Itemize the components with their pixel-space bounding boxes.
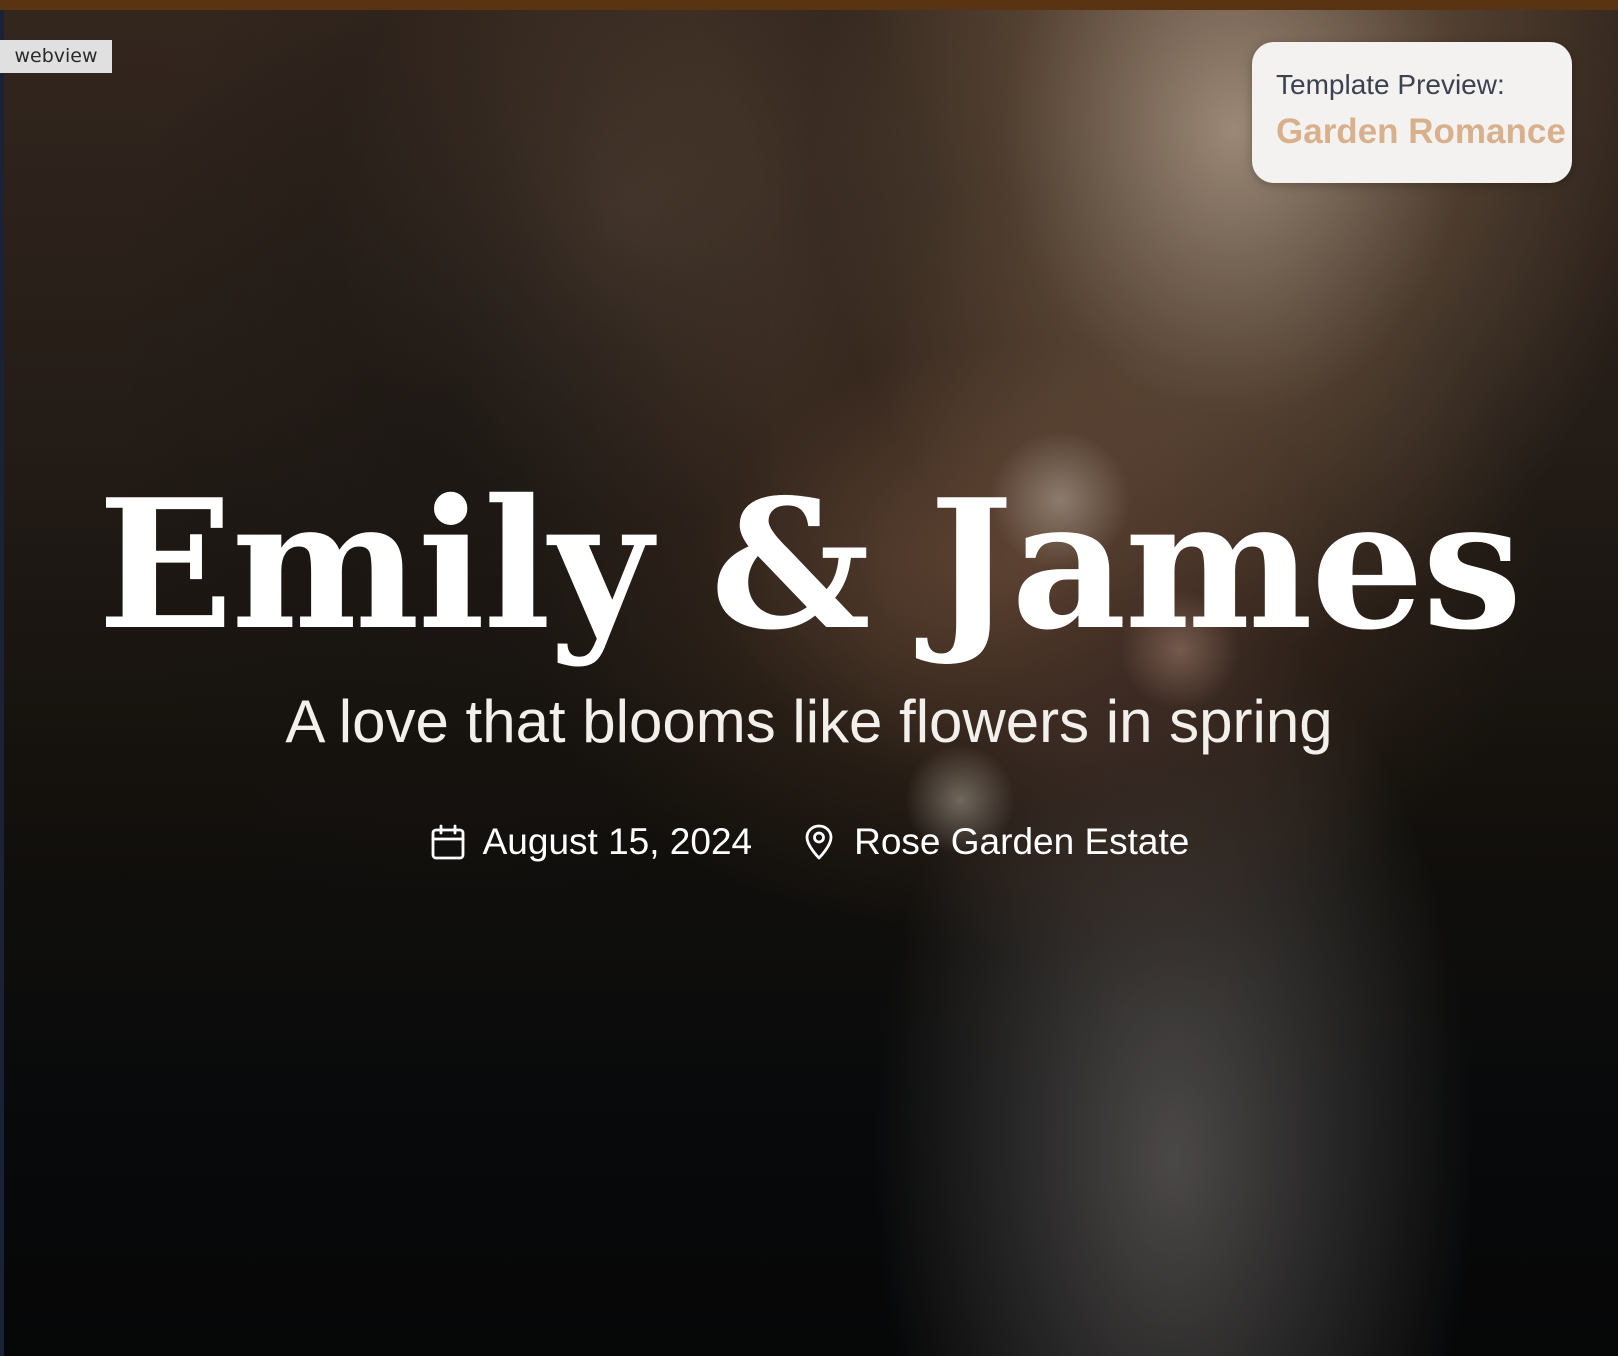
event-location: Rose Garden Estate [800, 818, 1189, 866]
event-location-text: Rose Garden Estate [854, 821, 1190, 862]
map-pin-icon [800, 823, 838, 861]
event-date-text: August 15, 2024 [482, 821, 753, 862]
event-date: August 15, 2024 [429, 818, 753, 866]
hero-dark-overlay [0, 0, 1618, 1356]
calendar-icon [429, 823, 467, 861]
template-name: Garden Romance [1276, 112, 1566, 151]
wedding-site-preview: webview Template Preview: Garden Romance… [0, 0, 1618, 1356]
template-preview-label: Template Preview: [1276, 69, 1505, 100]
event-details: August 15, 2024 Rose Garden Estate [0, 818, 1618, 866]
couple-names-heading: Emily & James [97, 460, 1523, 669]
template-preview-card[interactable]: Template Preview: Garden Romance [1252, 42, 1572, 183]
hero-tagline: A love that blooms like flowers in sprin… [285, 688, 1333, 755]
left-edge-strip [0, 10, 4, 1356]
top-accent-strip [0, 0, 1618, 10]
webview-label: webview [0, 40, 112, 73]
